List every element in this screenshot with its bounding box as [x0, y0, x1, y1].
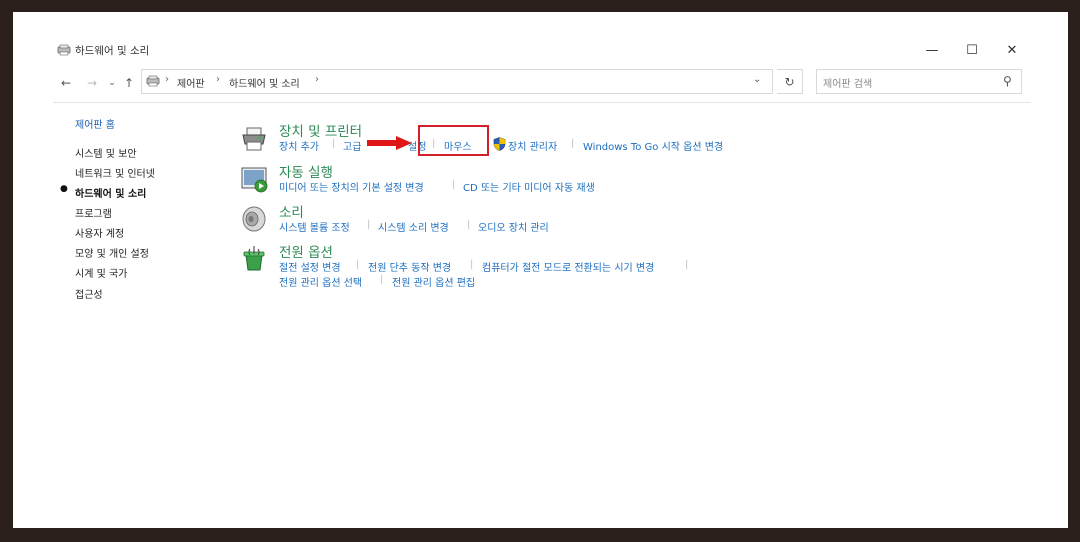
cd-autoplay-link[interactable]: CD 또는 기타 미디어 자동 재생 — [463, 179, 595, 194]
sidebar-item-hardware-sound[interactable]: 하드웨어 및 소리 — [75, 185, 146, 200]
choose-power-plan-link[interactable]: 전원 관리 옵션 선택 — [279, 274, 362, 289]
manage-audio-devices-link[interactable]: 오디오 장치 관리 — [478, 219, 549, 234]
autoplay-icon[interactable] — [240, 165, 268, 193]
uac-shield-icon — [493, 137, 506, 151]
sidebar-item-user-accounts[interactable]: 사용자 계정 — [75, 225, 124, 240]
category-autoplay[interactable]: 자동 실행 — [279, 161, 333, 181]
link-separator: | — [380, 274, 384, 285]
control-panel-icon — [146, 75, 160, 87]
recent-locations-button[interactable]: ⌄ — [106, 74, 118, 92]
current-item-bullet: ● — [60, 184, 68, 194]
link-separator: | — [470, 259, 474, 270]
advanced-printer-setup-link[interactable]: 고급 — [343, 138, 361, 153]
search-icon[interactable]: ⚲ — [1003, 74, 1012, 88]
adjust-volume-link[interactable]: 시스템 볼륨 조정 — [279, 219, 350, 234]
sidebar-item-accessibility[interactable]: 접근성 — [75, 286, 103, 301]
link-separator: | — [332, 138, 336, 149]
sidebar-item-network[interactable]: 네트워크 및 인터넷 — [75, 165, 155, 180]
add-device-link[interactable]: 장치 추가 — [279, 138, 319, 153]
link-separator: | — [467, 219, 471, 230]
close-button[interactable]: ✕ — [997, 38, 1027, 62]
hardware-sound-icon — [57, 44, 71, 56]
link-separator: | — [571, 138, 575, 149]
forward-button[interactable]: → — [83, 74, 101, 92]
breadcrumb-control-panel[interactable]: 제어판 — [177, 75, 205, 90]
sidebar-item-clock-region[interactable]: 시계 및 국가 — [75, 265, 127, 280]
category-devices-printers[interactable]: 장치 및 프린터 — [279, 120, 362, 140]
breadcrumb-separator: › — [216, 74, 220, 85]
sidebar-control-panel-home[interactable]: 제어판 홈 — [75, 116, 115, 131]
device-manager-link[interactable]: 장치 관리자 — [508, 138, 557, 153]
link-separator: | — [452, 179, 456, 190]
link-separator: | — [356, 259, 360, 270]
sidebar-item-programs[interactable]: 프로그램 — [75, 205, 112, 220]
red-arrow-annotation — [367, 136, 412, 150]
edit-power-plan-link[interactable]: 전원 관리 옵션 편집 — [392, 274, 475, 289]
link-separator: | — [685, 259, 689, 270]
header-divider — [53, 102, 1031, 103]
up-button[interactable]: ↑ — [121, 74, 137, 92]
mouse-highlight-box — [418, 125, 489, 156]
category-sound[interactable]: 소리 — [279, 201, 304, 221]
change-sleep-settings-link[interactable]: 절전 설정 변경 — [279, 259, 341, 274]
control-panel-window: 하드웨어 및 소리 — ☐ ✕ ← → ⌄ ↑ › 제어판 › 하드웨어 및 소… — [13, 12, 1068, 528]
windows-to-go-link[interactable]: Windows To Go 시작 옵션 변경 — [583, 138, 723, 153]
window-title: 하드웨어 및 소리 — [75, 45, 150, 57]
address-dropdown-icon[interactable]: ⌄ — [753, 74, 761, 85]
printer-icon[interactable] — [240, 125, 268, 153]
search-placeholder: 제어판 검색 — [823, 79, 873, 90]
change-power-button-link[interactable]: 전원 단추 동작 변경 — [368, 259, 451, 274]
breadcrumb-hardware-sound[interactable]: 하드웨어 및 소리 — [229, 75, 300, 90]
breadcrumb-separator: › — [165, 74, 169, 85]
breadcrumb-separator: › — [315, 74, 319, 85]
maximize-button[interactable]: ☐ — [957, 38, 987, 62]
refresh-button[interactable]: ↻ — [777, 69, 803, 94]
power-options-icon[interactable] — [240, 245, 268, 273]
change-default-media-settings-link[interactable]: 미디어 또는 장치의 기본 설정 변경 — [279, 179, 424, 194]
link-separator: | — [367, 219, 371, 230]
back-button[interactable]: ← — [57, 74, 75, 92]
minimize-button[interactable]: — — [917, 38, 947, 62]
change-system-sounds-link[interactable]: 시스템 소리 변경 — [378, 219, 449, 234]
category-power-options[interactable]: 전원 옵션 — [279, 241, 333, 261]
sidebar-item-appearance[interactable]: 모양 및 개인 설정 — [75, 245, 149, 260]
speaker-icon[interactable] — [240, 205, 268, 233]
sleep-timing-link[interactable]: 컴퓨터가 절전 모드로 전환되는 시기 변경 — [482, 259, 654, 274]
sidebar-item-system-security[interactable]: 시스템 및 보안 — [75, 145, 137, 160]
